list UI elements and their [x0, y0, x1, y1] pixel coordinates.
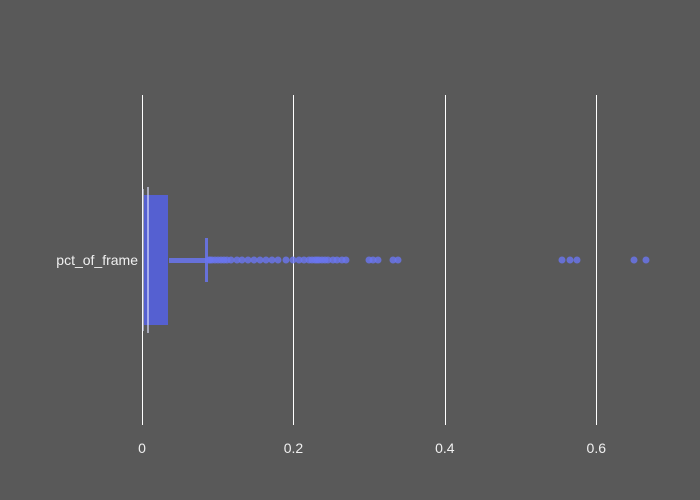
whisker-cap-low [142, 189, 144, 331]
outlier-point [559, 257, 566, 264]
outlier-point [275, 257, 282, 264]
outlier-point [394, 257, 401, 264]
boxplot-figure: pct_of_frame 0 0.2 0.4 0.6 [0, 0, 700, 500]
outlier-point [574, 257, 581, 264]
whisker-line [169, 258, 207, 263]
box-median [147, 187, 149, 333]
outlier-point [631, 257, 638, 264]
x-tick-label-0: 0 [138, 440, 146, 456]
y-axis-category-label: pct_of_frame [28, 252, 138, 268]
gridline [596, 95, 597, 425]
plot-area [142, 95, 672, 425]
outlier-point [343, 257, 350, 264]
gridline [445, 95, 446, 425]
x-tick-label-06: 0.6 [587, 440, 606, 456]
outlier-point [282, 257, 289, 264]
outlier-point [642, 257, 649, 264]
outlier-point [566, 257, 573, 264]
x-tick-label-02: 0.2 [284, 440, 303, 456]
outlier-point [375, 257, 382, 264]
x-tick-label-04: 0.4 [435, 440, 454, 456]
